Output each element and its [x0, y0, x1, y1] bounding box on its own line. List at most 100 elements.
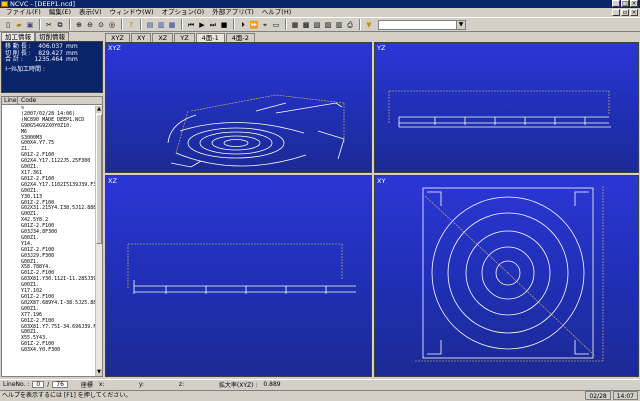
new-file-icon[interactable]: ▯: [3, 20, 13, 30]
xy-toolpath: [415, 186, 604, 362]
status-bar: LineNo. : 0 / 76 座標 x: y: z: 拡大率(XYZ) : …: [0, 379, 640, 389]
x-label: x:: [98, 380, 105, 388]
play-icon[interactable]: ▶: [197, 20, 207, 30]
settings-icon[interactable]: ▩: [301, 20, 311, 30]
info-unit: mm: [66, 56, 78, 63]
open-folder-icon[interactable]: ▰: [14, 20, 24, 30]
help-text: ヘルプを表示するには [F1] を押してください。: [2, 392, 132, 399]
line-total-value: 76: [52, 380, 68, 388]
toolbar-separator: [69, 19, 71, 30]
menu-window[interactable]: ウィンドウ(W): [106, 8, 158, 17]
tab-view-yz[interactable]: YZ: [174, 33, 195, 42]
step-back-icon[interactable]: ⏮: [186, 20, 196, 30]
tab-machining-info[interactable]: 加工情報: [1, 32, 35, 41]
window-title: NCVC - [DEEP1.ncd]: [10, 0, 76, 8]
line-no-label: LineNo. :: [3, 380, 30, 388]
view-xz[interactable]: XZ: [105, 175, 372, 377]
toolbar-separator: [285, 19, 287, 30]
yz-toolpath: [388, 90, 611, 128]
ruler-icon[interactable]: ▭: [271, 20, 281, 30]
view-four-icon[interactable]: ▦: [167, 20, 177, 30]
copy-icon[interactable]: ⧉: [55, 20, 65, 30]
chevron-down-icon[interactable]: ▼: [456, 20, 465, 29]
scroll-up-icon[interactable]: ▲: [96, 106, 102, 113]
code-scrollbar[interactable]: ▲ ▼: [95, 106, 102, 376]
maximize-button[interactable]: □: [621, 0, 629, 7]
info-value: 1235.464: [34, 56, 63, 63]
status-date: 02/28: [585, 391, 611, 400]
stop-icon[interactable]: ■: [219, 20, 229, 30]
options-icon[interactable]: ▧: [312, 20, 322, 30]
toolbar-separator: [140, 19, 142, 30]
grid-icon[interactable]: ▦: [290, 20, 300, 30]
trace-icon[interactable]: ⏵: [238, 20, 248, 30]
y-label: y:: [138, 380, 145, 388]
title-bar: NCVC - [DEEP1.ncd] _ □ ×: [0, 0, 640, 8]
menu-options[interactable]: オプション(O): [158, 8, 209, 17]
coord-label: 座標: [80, 381, 93, 389]
tab-view-xz[interactable]: XZ: [152, 33, 174, 42]
menu-view[interactable]: 表示(V): [75, 8, 106, 17]
toolbar-separator: [181, 19, 183, 30]
info-icon[interactable]: ▨: [323, 20, 333, 30]
line-no-value: 0: [32, 380, 45, 388]
code-list-header: Line Code: [2, 97, 102, 105]
print-icon[interactable]: ⎙: [345, 20, 355, 30]
trace-fast-icon[interactable]: ⏩: [249, 20, 259, 30]
help-status-bar: ヘルプを表示するには [F1] を押してください。 02/28 14:07: [0, 390, 640, 400]
toolbar-separator: [39, 19, 41, 30]
toolbar-separator: [359, 19, 361, 30]
scroll-thumb[interactable]: [96, 114, 102, 244]
scroll-down-icon[interactable]: ▼: [96, 369, 102, 376]
info-row-total: 合 計 : 1235.464 mm: [5, 56, 99, 64]
menu-edit[interactable]: 編集(E): [45, 8, 75, 17]
zoom-out-icon[interactable]: ⊖: [85, 20, 95, 30]
machining-info-panel: 移 動 長 : 406.037 mm 切 削 長 : 829.427 mm 合 …: [1, 41, 103, 93]
toolbar-separator: [121, 19, 123, 30]
status-time: 14:07: [612, 391, 638, 400]
minimize-button[interactable]: _: [612, 0, 620, 7]
info-label: 合 計 :: [5, 56, 23, 63]
cut-icon[interactable]: ✂: [44, 20, 54, 30]
filter-combo[interactable]: ▼: [378, 19, 466, 30]
tab-view-4face-1[interactable]: 4面-1: [195, 33, 225, 42]
tab-cutting-info[interactable]: 切削情報: [35, 32, 69, 41]
zoom-label: 拡大率(XYZ) :: [218, 381, 258, 389]
view-split-icon[interactable]: ▥: [156, 20, 166, 30]
view-yz[interactable]: YZ: [374, 42, 639, 173]
tool-icon[interactable]: ▥: [334, 20, 344, 30]
code-lines: % (2007/02/28 14:06) (NC890 MADE DEEP1.NCD…: [2, 106, 96, 376]
zoom-fit-icon[interactable]: ⊙: [96, 20, 106, 30]
total-time-label: ﾄｰﾀﾙ加工時間 :: [5, 65, 45, 73]
view-tabs: XYZ XY XZ YZ 4面-1 4面-2: [105, 33, 375, 42]
tab-view-xyz[interactable]: XYZ: [105, 33, 130, 42]
zoom-area-icon[interactable]: ◎: [107, 20, 117, 30]
menu-help[interactable]: ヘルプ(H): [258, 8, 295, 17]
mdi-minimize-button[interactable]: _: [612, 9, 620, 16]
menu-file[interactable]: ファイル(F): [2, 8, 45, 17]
view-xy[interactable]: XY: [374, 175, 639, 377]
info-tabs: 加工情報 切削情報: [1, 32, 103, 41]
cursor-icon[interactable]: ⌖: [260, 20, 270, 30]
mdi-restore-button[interactable]: ▫: [621, 9, 629, 16]
mdi-close-button[interactable]: ×: [630, 9, 638, 16]
close-button[interactable]: ×: [630, 0, 638, 7]
line-no-separator: /: [47, 380, 50, 388]
help-icon[interactable]: ?: [126, 20, 136, 30]
filter-icon[interactable]: ▼: [364, 20, 374, 30]
step-forward-icon[interactable]: ⏭: [208, 20, 218, 30]
app-icon: [1, 1, 8, 7]
column-header-code[interactable]: Code: [18, 97, 36, 104]
zoom-in-icon[interactable]: ⊕: [74, 20, 84, 30]
column-header-line[interactable]: Line: [2, 97, 18, 104]
tab-view-xy[interactable]: XY: [130, 33, 152, 42]
menu-bar: ファイル(F) 編集(E) 表示(V) ウィンドウ(W) オプション(O) 外部…: [0, 8, 640, 17]
view-single-icon[interactable]: ▤: [145, 20, 155, 30]
view-xyz[interactable]: XYZ: [105, 42, 372, 173]
save-icon[interactable]: ▣: [25, 20, 35, 30]
code-line[interactable]: G03X4.Y0.F300: [2, 347, 96, 354]
z-label: z:: [178, 380, 185, 388]
nc-code-list[interactable]: Line Code % (2007/02/28 14:06) (NC890 MADE…: [1, 96, 103, 377]
menu-external-apps[interactable]: 外部アプリ(T): [208, 8, 258, 17]
tab-view-4face-2[interactable]: 4面-2: [225, 33, 255, 42]
